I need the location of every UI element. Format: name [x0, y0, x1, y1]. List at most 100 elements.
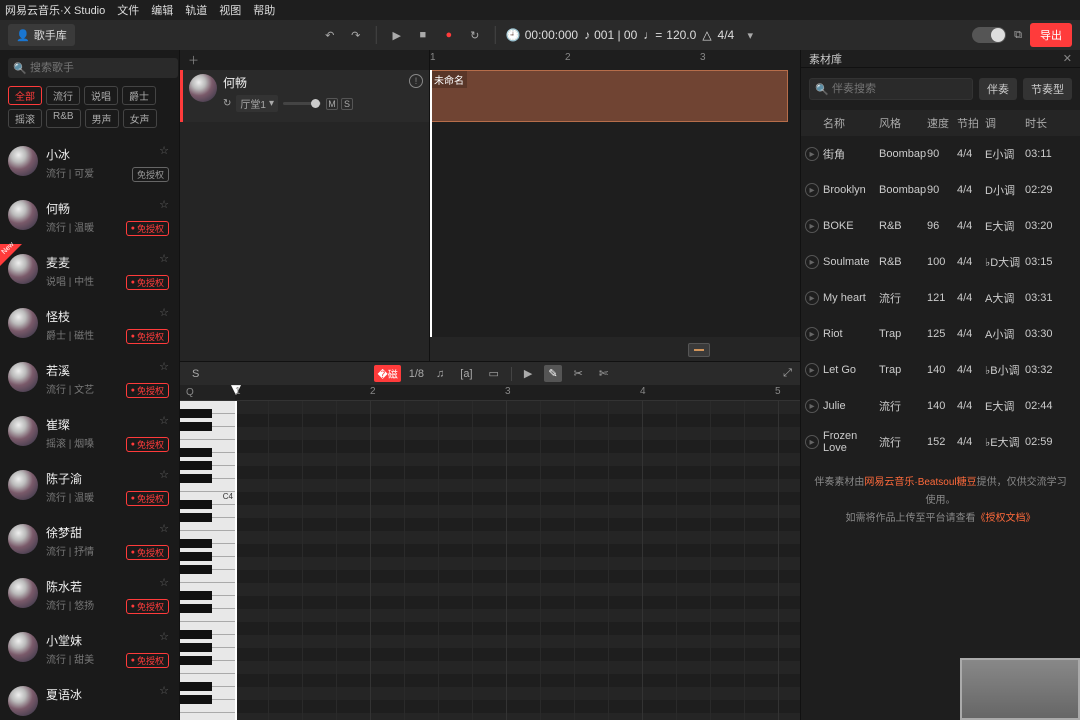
singer-item[interactable]: 麦麦说唱 | 中性☆●免授权: [0, 244, 179, 298]
metronome-toggle[interactable]: △: [702, 28, 711, 42]
material-row[interactable]: ▸Julie流行1404/4E大调02:44: [801, 388, 1080, 424]
tab-accompaniment[interactable]: 伴奏: [979, 78, 1017, 100]
singer-item[interactable]: 何畅流行 | 温暖☆●免授权: [0, 190, 179, 244]
tempo-display[interactable]: ♩=120.0: [643, 28, 696, 42]
tab-rhythm[interactable]: 节奏型: [1023, 78, 1072, 100]
note-tool-icon[interactable]: ♫: [432, 366, 448, 382]
material-row[interactable]: ▸RiotTrap1254/4A小调03:30: [801, 316, 1080, 352]
black-key[interactable]: [180, 695, 212, 704]
black-key[interactable]: [180, 682, 212, 691]
select-tool-icon[interactable]: ▭: [485, 365, 503, 382]
material-search-input[interactable]: [809, 78, 973, 100]
loop-track-icon[interactable]: ↻: [223, 98, 231, 109]
beatsoul-link[interactable]: 网易云音乐·Beatsoul糖豆: [864, 477, 976, 488]
tag-all[interactable]: 全部: [8, 86, 42, 105]
play-preview-icon[interactable]: ▸: [805, 183, 819, 197]
tag-rock[interactable]: 摇滚: [8, 109, 42, 128]
play-preview-icon[interactable]: ▸: [805, 147, 819, 161]
close-panel-icon[interactable]: ✕: [1063, 52, 1072, 65]
menu-file[interactable]: 文件: [117, 2, 139, 18]
favorite-icon[interactable]: ☆: [159, 252, 169, 265]
black-key[interactable]: [180, 552, 212, 561]
black-key[interactable]: [180, 461, 212, 470]
material-row[interactable]: ▸BrooklynBoombap904/4D小调02:29: [801, 172, 1080, 208]
redo-button[interactable]: ↷: [346, 25, 366, 45]
black-key[interactable]: [180, 422, 212, 431]
timesig-dropdown-icon[interactable]: ▾: [740, 25, 760, 45]
lyric-tool-icon[interactable]: [a]: [456, 366, 476, 382]
favorite-icon[interactable]: ☆: [159, 306, 169, 319]
singer-library-button[interactable]: 👤 歌手库: [8, 24, 75, 46]
play-preview-icon[interactable]: ▸: [805, 399, 819, 413]
singer-search-input[interactable]: [8, 58, 178, 78]
favorite-icon[interactable]: ☆: [159, 360, 169, 373]
menu-track[interactable]: 轨道: [185, 2, 207, 18]
preset-select[interactable]: 厅堂1 ▾: [236, 95, 278, 112]
play-preview-icon[interactable]: ▸: [805, 363, 819, 377]
stop-button[interactable]: ■: [413, 25, 433, 45]
add-track-button[interactable]: ＋: [188, 52, 199, 68]
black-key[interactable]: [180, 565, 212, 574]
favorite-icon[interactable]: ☆: [159, 522, 169, 535]
favorite-icon[interactable]: ☆: [159, 576, 169, 589]
bars-display[interactable]: ♪001 | 00: [584, 28, 637, 42]
bar-ruler[interactable]: 1234: [430, 50, 800, 70]
material-row[interactable]: ▸My heart流行1214/4A大调03:31: [801, 280, 1080, 316]
audio-clip[interactable]: 未命名: [430, 70, 788, 122]
black-key[interactable]: [180, 591, 212, 600]
tag-rnb[interactable]: R&B: [46, 109, 81, 128]
black-key[interactable]: [180, 604, 212, 613]
material-row[interactable]: ▸SoulmateR&B1004/4♭D大调03:15: [801, 244, 1080, 280]
black-key[interactable]: [180, 656, 212, 665]
undo-button[interactable]: ↶: [320, 25, 340, 45]
black-key[interactable]: [180, 630, 212, 639]
black-key[interactable]: [180, 500, 212, 509]
singer-item[interactable]: 陈子渝流行 | 温暖☆●免授权: [0, 460, 179, 514]
favorite-icon[interactable]: ☆: [159, 144, 169, 157]
material-row[interactable]: ▸Frozen Love流行1524/4♭E大调02:59: [801, 424, 1080, 460]
favorite-icon[interactable]: ☆: [159, 468, 169, 481]
solo-button[interactable]: S: [341, 98, 353, 110]
play-preview-icon[interactable]: ▸: [805, 327, 819, 341]
menu-edit[interactable]: 编辑: [151, 2, 173, 18]
track-header[interactable]: 何畅 ↻ 厅堂1 ▾ M S !: [180, 70, 429, 122]
quantize-label[interactable]: Q: [180, 385, 235, 401]
piano-grid[interactable]: [235, 401, 800, 720]
singer-item[interactable]: 若溪流行 | 文艺☆●免授权: [0, 352, 179, 406]
snap-magnet-icon[interactable]: �磁: [374, 365, 400, 382]
tag-male[interactable]: 男声: [85, 109, 119, 128]
mute-button[interactable]: M: [326, 98, 338, 110]
favorite-icon[interactable]: ☆: [159, 684, 169, 697]
black-key[interactable]: [180, 643, 212, 652]
pointer-tool-icon[interactable]: ▶: [520, 365, 536, 382]
cut-tool-icon[interactable]: ✄: [595, 365, 612, 382]
timesig-display[interactable]: 4/4: [718, 28, 735, 42]
singer-item[interactable]: 徐梦甜流行 | 抒情☆●免授权: [0, 514, 179, 568]
black-key[interactable]: [180, 539, 212, 548]
snap-value[interactable]: 1/8: [409, 368, 424, 380]
play-preview-icon[interactable]: ▸: [805, 291, 819, 305]
solo-editor-button[interactable]: S: [188, 366, 203, 382]
black-key[interactable]: [180, 448, 212, 457]
dark-mode-toggle[interactable]: [972, 27, 1006, 43]
material-row[interactable]: ▸Let GoTrap1404/4♭B小调03:32: [801, 352, 1080, 388]
singer-item[interactable]: 夏语冰☆: [0, 676, 179, 720]
license-doc-link[interactable]: 《授权文档》: [976, 513, 1036, 524]
black-key[interactable]: [180, 409, 212, 418]
play-preview-icon[interactable]: ▸: [805, 255, 819, 269]
black-key[interactable]: [180, 474, 212, 483]
playhead-line[interactable]: [235, 401, 237, 720]
export-button[interactable]: 导出: [1030, 23, 1072, 47]
favorite-icon[interactable]: ☆: [159, 198, 169, 211]
eraser-tool-icon[interactable]: ✂: [570, 365, 587, 382]
play-button[interactable]: ▶: [387, 25, 407, 45]
pencil-tool-icon[interactable]: ✎: [544, 365, 561, 382]
singer-item[interactable]: 怪枝爵士 | 磁性☆●免授权: [0, 298, 179, 352]
expand-editor-icon[interactable]: ⤢: [783, 367, 792, 380]
singer-item[interactable]: 小堂妹流行 | 甜美☆●免授权: [0, 622, 179, 676]
singer-list[interactable]: 小冰流行 | 可爱☆免授权何畅流行 | 温暖☆●免授权麦麦说唱 | 中性☆●免授…: [0, 136, 179, 720]
track-lanes[interactable]: 未命名: [430, 70, 800, 361]
menu-help[interactable]: 帮助: [253, 2, 275, 18]
tag-pop[interactable]: 流行: [46, 86, 80, 105]
singer-item[interactable]: 崔璨摇滚 | 烟嗓☆●免授权: [0, 406, 179, 460]
